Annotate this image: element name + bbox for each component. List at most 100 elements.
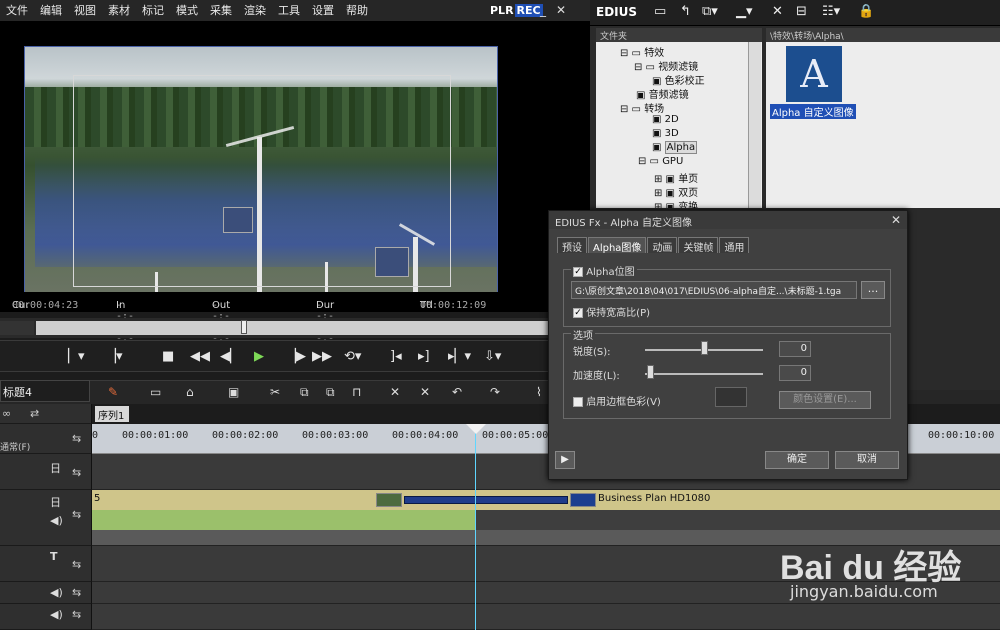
- tree-item-double-page[interactable]: ⊞ ▣ 双页: [654, 184, 698, 199]
- sequence-tab[interactable]: 序列1: [95, 406, 129, 422]
- acceleration-slider-track[interactable]: [645, 373, 763, 375]
- playhead-icon[interactable]: [466, 424, 486, 434]
- set-in-icon[interactable]: ▏▾: [68, 349, 85, 365]
- tree-item-gpu[interactable]: ⊟ ▭ GPU: [638, 156, 683, 167]
- scrub-track[interactable]: [36, 321, 548, 335]
- tree-item-color-correction[interactable]: ▣ 色彩校正: [652, 72, 705, 87]
- menu-edit[interactable]: 编辑: [34, 0, 68, 22]
- delete-icon[interactable]: ✕: [390, 385, 400, 399]
- browse-button[interactable]: ...: [861, 281, 885, 299]
- track-expand-icon[interactable]: ⇆: [72, 466, 81, 479]
- border-color-row[interactable]: 启用边框色彩(V): [573, 393, 661, 408]
- cut-icon[interactable]: ✂: [270, 385, 280, 399]
- sharpness-input[interactable]: 0: [779, 341, 811, 357]
- track-expand-icon[interactable]: ⇆: [72, 586, 81, 599]
- audio-track-2[interactable]: [92, 604, 1000, 630]
- track-mode-label[interactable]: 通常(F): [0, 440, 30, 453]
- menu-marker[interactable]: 标记: [136, 0, 170, 22]
- menu-settings[interactable]: 设置: [306, 0, 340, 22]
- step-forward-icon[interactable]: ▕▶: [286, 349, 306, 365]
- speaker-icon[interactable]: ◀): [50, 514, 63, 527]
- sequence-name-field[interactable]: 标题4: [0, 380, 90, 402]
- properties-icon[interactable]: ⊟: [796, 4, 807, 19]
- split-icon[interactable]: ▸▏▾: [448, 349, 471, 365]
- speaker-icon[interactable]: ◀): [50, 608, 63, 621]
- insert-icon[interactable]: ]◂: [390, 349, 402, 365]
- video-track-icon[interactable]: 日: [50, 460, 61, 476]
- track-expand-icon[interactable]: ⇆: [72, 608, 81, 621]
- tree-item-video-filters[interactable]: ⊟ ▭ 视频滤镜: [634, 58, 698, 73]
- tree-item-transitions[interactable]: ⊟ ▭ 转场: [620, 100, 664, 115]
- track-expand-icon[interactable]: ⇆: [72, 558, 81, 571]
- tab-animation[interactable]: 动画: [647, 237, 678, 254]
- view-icon[interactable]: ⧉▾: [702, 4, 718, 19]
- rewind-icon[interactable]: ◀◀: [190, 349, 210, 365]
- tree-item-audio-filters[interactable]: ▣ 音频滤镜: [636, 86, 689, 101]
- plr-rec-indicator[interactable]: PLR REC: [490, 4, 543, 17]
- minimize-button[interactable]: _: [540, 3, 546, 17]
- sync-icon[interactable]: ⇄: [30, 407, 39, 420]
- va-track-video-icon[interactable]: 日: [50, 494, 61, 510]
- ripple-delete-icon[interactable]: ✕: [420, 385, 430, 399]
- transition-bar[interactable]: [404, 496, 568, 504]
- keep-aspect-row[interactable]: ✓ 保持宽高比(P): [573, 304, 650, 319]
- copy-icon[interactable]: ⧉: [300, 385, 309, 400]
- list-view-icon[interactable]: ☷▾: [822, 4, 840, 19]
- marker-icon[interactable]: ⌇: [536, 385, 542, 399]
- image-path-field[interactable]: G:\原创文章\2018\04\017\EDIUS\06-alpha自定...\…: [571, 281, 857, 299]
- step-back-icon[interactable]: ◀▏: [220, 349, 240, 365]
- scrub-handle[interactable]: [241, 320, 247, 334]
- tab-alpha-image[interactable]: Alpha图像: [588, 237, 647, 254]
- save-icon[interactable]: ▣: [228, 385, 239, 399]
- add-icon[interactable]: ▁▾: [736, 4, 753, 19]
- cancel-button[interactable]: 取消: [835, 451, 899, 469]
- border-color-swatch[interactable]: [715, 387, 747, 407]
- set-out-icon[interactable]: ▕▾: [106, 349, 123, 365]
- title-track-icon[interactable]: T: [50, 550, 58, 563]
- acceleration-slider-knob[interactable]: [647, 365, 654, 379]
- menu-file[interactable]: 文件: [0, 0, 34, 22]
- tab-keyframes[interactable]: 关键帧: [678, 237, 719, 254]
- overwrite-icon[interactable]: ▸]: [418, 349, 430, 365]
- keep-aspect-checkbox[interactable]: ✓: [573, 308, 583, 318]
- lock-icon[interactable]: 🔒: [858, 4, 874, 19]
- link-icon[interactable]: ∞: [2, 407, 11, 420]
- sharpness-slider-knob[interactable]: [701, 341, 708, 355]
- tree-item-2d[interactable]: ▣ 2D: [652, 114, 679, 125]
- border-color-checkbox[interactable]: [573, 397, 583, 407]
- dialog-close-icon[interactable]: ✕: [891, 213, 901, 227]
- open-icon[interactable]: ⌂: [186, 385, 194, 399]
- tab-general[interactable]: 通用: [719, 237, 750, 254]
- stop-icon[interactable]: ■: [162, 349, 174, 365]
- alpha-map-checkbox-row[interactable]: ✓ Alpha位图: [571, 263, 637, 278]
- up-folder-icon[interactable]: ↰: [680, 4, 691, 19]
- track-expand-icon[interactable]: ⇆: [72, 508, 81, 521]
- menu-render[interactable]: 渲染: [238, 0, 272, 22]
- menu-help[interactable]: 帮助: [340, 0, 374, 22]
- menu-tools[interactable]: 工具: [272, 0, 306, 22]
- acceleration-input[interactable]: 0: [779, 365, 811, 381]
- alpha-map-checkbox[interactable]: ✓: [573, 267, 583, 277]
- folder-icon[interactable]: ▭: [654, 4, 666, 19]
- dialog-play-icon[interactable]: ▶: [555, 451, 575, 469]
- undo-icon[interactable]: ↶: [452, 385, 462, 399]
- tree-item-transform[interactable]: ⊞ ▣ 变换: [654, 198, 698, 208]
- tree-scrollbar[interactable]: [748, 42, 761, 208]
- replace-icon[interactable]: ⊓: [352, 385, 361, 399]
- menu-capture[interactable]: 采集: [204, 0, 238, 22]
- timeline-clip[interactable]: 5 Business Plan HD1080: [92, 490, 1000, 510]
- ripple-icon[interactable]: ✎: [108, 385, 118, 399]
- menu-mode[interactable]: 模式: [170, 0, 204, 22]
- menu-view[interactable]: 视图: [68, 0, 102, 22]
- color-settings-button[interactable]: 颜色设置(E)...: [779, 391, 871, 409]
- new-sequence-icon[interactable]: ▭: [150, 385, 161, 399]
- tree-item-alpha[interactable]: ▣ Alpha: [652, 141, 698, 154]
- menu-clip[interactable]: 素材: [102, 0, 136, 22]
- delete-icon[interactable]: ✕: [772, 4, 783, 19]
- play-icon[interactable]: ▶: [254, 349, 264, 365]
- redo-icon[interactable]: ↷: [490, 385, 500, 399]
- export-icon[interactable]: ⇩▾: [484, 349, 501, 365]
- paste-icon[interactable]: ⧉: [326, 385, 335, 400]
- alpha-effect-label[interactable]: Alpha 自定义图像: [770, 104, 856, 119]
- scrub-bar[interactable]: [0, 318, 548, 338]
